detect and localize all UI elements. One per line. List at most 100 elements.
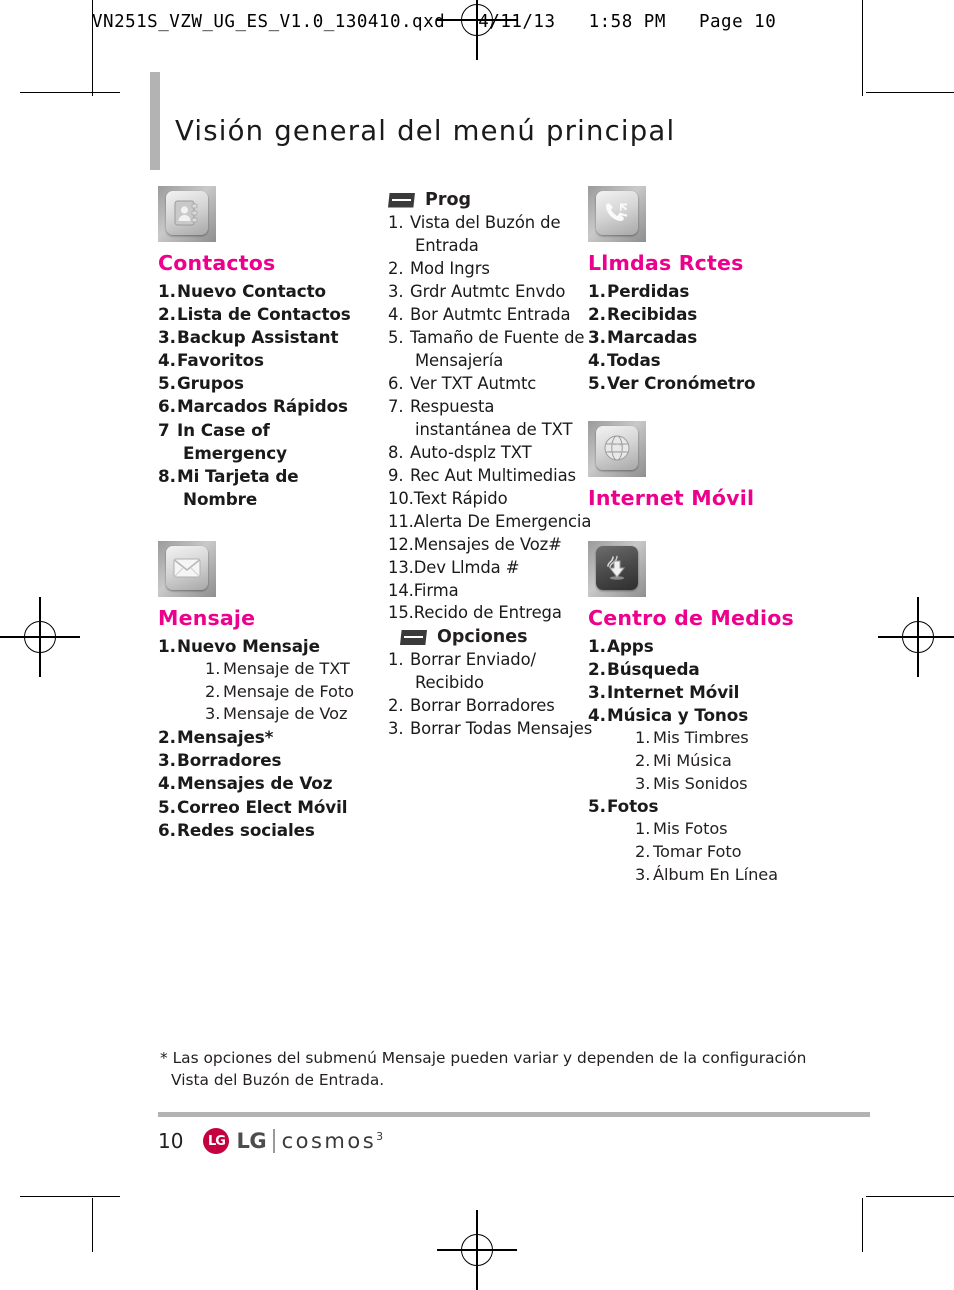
list-item[interactable]: 2.Lista de Contactos	[158, 303, 373, 326]
file-header-text: VN251S_VZW_UG_ES_V1.0_130410.qxd 4/11/13…	[92, 12, 777, 32]
section-heading: Opciones	[437, 627, 528, 648]
list-item[interactable]: 3. Mensaje de Voz	[205, 703, 373, 726]
list-item[interactable]: 4.Favoritos	[158, 349, 373, 372]
title-accent-bar	[150, 72, 160, 170]
list-item[interactable]: 1.Nuevo Contacto	[158, 280, 373, 303]
list-item[interactable]: 1.Nuevo Mensaje 1. Mensaje de TXT 2. Mensa…	[158, 635, 373, 726]
section-contactos: Contactos 1.Nuevo Contacto 2.Lista de Co…	[158, 186, 373, 511]
list-item[interactable]: 3.Internet Móvil	[588, 681, 818, 704]
section-prog: Prog 1. Vista del Buzón de Entrada 2. Mod …	[388, 190, 593, 625]
list-item[interactable]: 10.Text Rápido	[388, 488, 593, 511]
product-name: cosmos	[281, 1129, 377, 1153]
column-left: Contactos 1.Nuevo Contacto 2.Lista de Co…	[158, 186, 373, 842]
list-item[interactable]: 1.Perdidas	[588, 280, 818, 303]
list-item[interactable]: 8.Mi Tarjeta de Nombre	[158, 465, 373, 511]
section-heading: Internet Móvil	[588, 486, 755, 511]
menu-list-contactos: 1.Nuevo Contacto 2.Lista de Contactos 3.…	[158, 280, 373, 512]
crop-mark-top-right-v	[862, 42, 864, 96]
list-item[interactable]: 8. Auto-dsplz TXT	[388, 442, 593, 465]
list-item[interactable]: 9. Rec Aut Multimedias	[388, 465, 593, 488]
list-item[interactable]: 5.Ver Cronómetro	[588, 372, 818, 395]
list-item[interactable]: 1. Mis Fotos	[635, 818, 818, 841]
list-item[interactable]: 3. Álbum En Línea	[635, 864, 818, 887]
list-item[interactable]: 6. Ver TXT Autmtc	[388, 373, 593, 396]
list-item[interactable]: 2.Recibidas	[588, 303, 818, 326]
list-item[interactable]: 7 In Case of Emergency	[158, 419, 373, 465]
registration-mark-bottom	[437, 1210, 517, 1290]
registration-mark-left	[0, 597, 80, 677]
list-item[interactable]: 3. Grdr Autmtc Envdo	[388, 281, 593, 304]
list-item[interactable]: 4.Todas	[588, 349, 818, 372]
section-llmdas-rctes: Llmdas Rctes 1.Perdidas 2.Recibidas 3.Ma…	[588, 186, 818, 395]
list-item[interactable]: 3. Borrar Todas Mensajes	[388, 718, 593, 741]
crop-mark-bottom-right-v	[862, 1198, 864, 1252]
section-heading: Contactos	[158, 251, 276, 275]
list-item[interactable]: 3.Marcadas	[588, 326, 818, 349]
section-opciones: Opciones 1. Borrar Enviado/ Recibido 2. Bo…	[388, 627, 593, 741]
crop-mark-top-right-h	[866, 92, 954, 94]
menu-list-prog: 1. Vista del Buzón de Entrada 2. Mod Ingrs…	[388, 212, 593, 625]
footer-divider	[158, 1112, 870, 1117]
logo-separator	[273, 1129, 275, 1153]
list-item[interactable]: 6.Redes sociales	[158, 819, 373, 842]
section-internet-movil: Internet Móvil	[588, 421, 818, 511]
list-item[interactable]: 3. Mis Sonidos	[635, 773, 818, 796]
list-item[interactable]: 1. Borrar Enviado/ Recibido	[388, 649, 593, 695]
list-item[interactable]: 1.Apps	[588, 635, 818, 658]
page-number: 10	[158, 1129, 184, 1153]
subsection-header-opciones: Opciones	[388, 627, 593, 647]
slab-bullet-icon	[388, 192, 415, 208]
list-item[interactable]: 6.Marcados Rápidos	[158, 395, 373, 418]
list-item[interactable]: 4.Mensajes de Voz	[158, 772, 373, 795]
list-item[interactable]: 1. Mis Timbres	[635, 727, 818, 750]
product-wordmark: cosmos3	[282, 1129, 384, 1153]
list-item[interactable]: 1. Vista del Buzón de Entrada	[388, 212, 593, 258]
registration-mark-right	[878, 597, 954, 677]
list-item[interactable]: 2.Mensajes*	[158, 726, 373, 749]
list-item[interactable]: 12.Mensajes de Voz#	[388, 534, 593, 557]
list-item[interactable]: 2. Mensaje de Foto	[205, 681, 373, 704]
page-edge-right	[862, 0, 864, 42]
page-footer: 10 LG LG cosmos3	[158, 1128, 383, 1154]
list-item[interactable]: 7. Respuesta instantánea de TXT	[388, 396, 593, 442]
section-heading: Centro de Medios	[588, 605, 794, 630]
page-title: Visión general del menú principal	[175, 115, 676, 147]
envelope-icon	[158, 541, 216, 598]
list-item[interactable]: 5. Tamaño de Fuente de Mensajería	[388, 327, 593, 373]
list-item[interactable]: 2. Mod Ingrs	[388, 258, 593, 281]
submenu-nuevo-mensaje: 1. Mensaje de TXT 2. Mensaje de Foto 3. Men…	[183, 658, 373, 726]
submenu-musica-y-tonos: 1. Mis Timbres 2. Mi Música 3. Mis Sonidos	[613, 727, 818, 795]
crop-mark-bottom-right-h	[866, 1196, 954, 1198]
list-item[interactable]: 4.Música y Tonos 1. Mis Timbres 2. Mi Músi…	[588, 704, 818, 795]
list-item[interactable]: 5.Grupos	[158, 372, 373, 395]
list-item[interactable]: 3.Backup Assistant	[158, 326, 373, 349]
list-item[interactable]: 3.Borradores	[158, 749, 373, 772]
list-item[interactable]: 11.Alerta De Emergencia	[388, 511, 593, 534]
list-item[interactable]: 13.Dev Llmda #	[388, 557, 593, 580]
section-centro-de-medios: Centro de Medios 1.Apps 2.Búsqueda 3.Int…	[588, 540, 818, 887]
crop-mark-bottom-left-h	[20, 1196, 120, 1198]
recent-calls-icon	[588, 186, 646, 242]
menu-list-mensaje: 1.Nuevo Mensaje 1. Mensaje de TXT 2. Mensa…	[158, 635, 373, 842]
list-item[interactable]: 4. Bor Autmtc Entrada	[388, 304, 593, 327]
list-item[interactable]: 5.Correo Elect Móvil	[158, 796, 373, 819]
section-heading: Mensaje	[158, 606, 256, 631]
contacts-book-icon	[158, 186, 216, 242]
menu-list-centro-de-medios: 1.Apps 2.Búsqueda 3.Internet Móvil 4.Mús…	[588, 635, 818, 887]
list-item[interactable]: 2.Búsqueda	[588, 658, 818, 681]
globe-icon	[588, 421, 646, 478]
list-item[interactable]: 14.Firma	[388, 580, 593, 603]
submenu-fotos: 1. Mis Fotos 2. Tomar Foto 3. Álbum En Líne…	[613, 818, 818, 886]
list-item[interactable]: 5.Fotos 1. Mis Fotos 2. Tomar Foto 3. Álbum…	[588, 795, 818, 886]
column-right: Llmdas Rctes 1.Perdidas 2.Recibidas 3.Ma…	[588, 186, 818, 886]
list-item[interactable]: 2. Mi Música	[635, 750, 818, 773]
list-item[interactable]: 1. Mensaje de TXT	[205, 658, 373, 681]
crop-mark-bottom-left-v	[92, 1198, 94, 1252]
lg-wordmark: LG	[236, 1129, 267, 1153]
menu-list-llmdas-rctes: 1.Perdidas 2.Recibidas 3.Marcadas 4.Toda…	[588, 280, 818, 396]
section-mensaje: Mensaje 1.Nuevo Mensaje 1. Mensaje de TXT…	[158, 541, 373, 842]
list-item[interactable]: 15.Recido de Entrega	[388, 602, 593, 625]
list-item[interactable]: 2. Tomar Foto	[635, 841, 818, 864]
list-item[interactable]: 2. Borrar Borradores	[388, 695, 593, 718]
subsection-header-prog: Prog	[388, 190, 593, 210]
